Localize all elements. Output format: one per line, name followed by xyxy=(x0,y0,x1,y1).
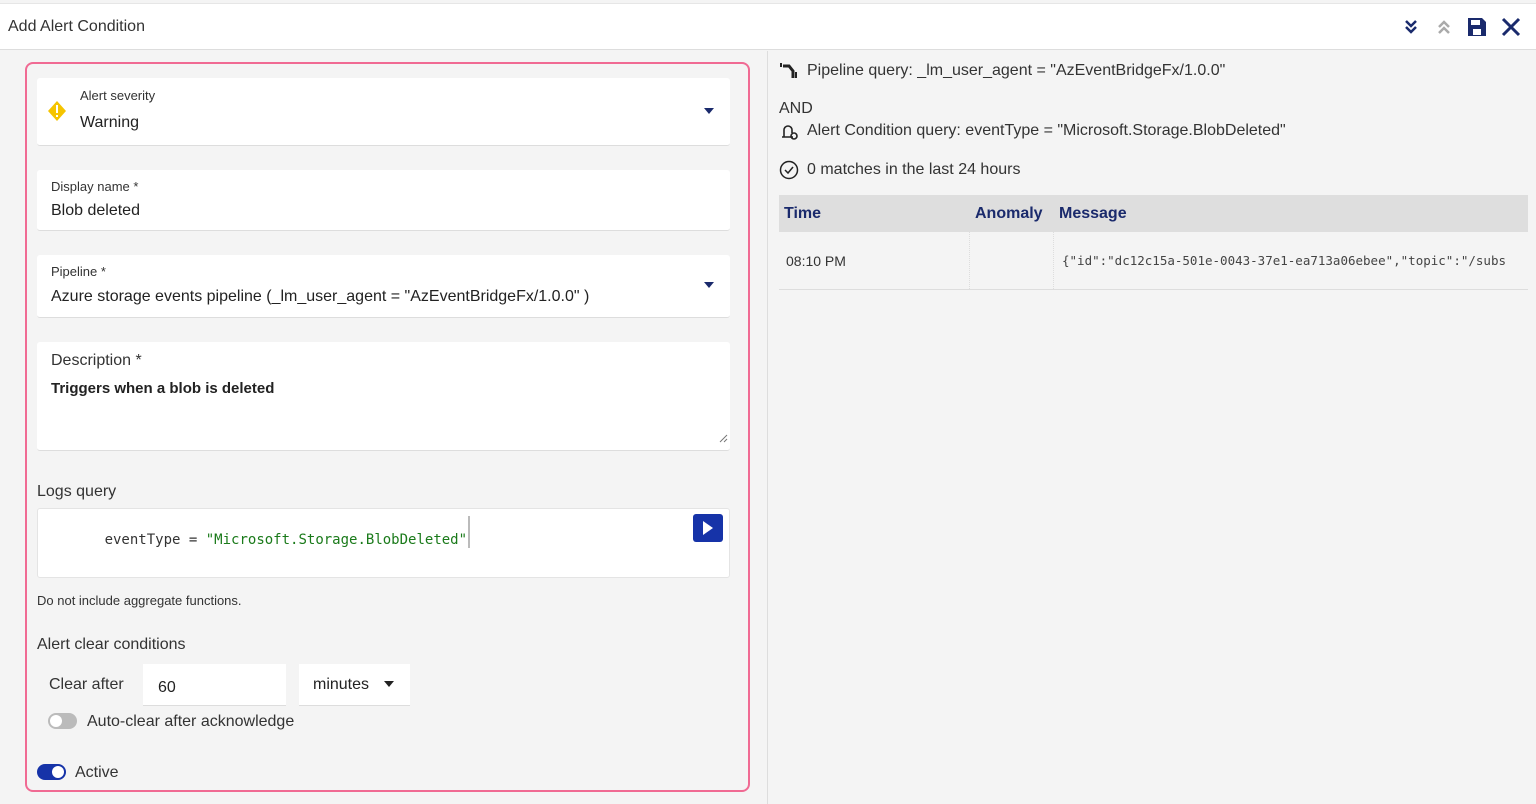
table-row[interactable]: 08:10 PM {"id":"dc12c15a-501e-0043-37e1-… xyxy=(779,232,1528,290)
check-circle-icon xyxy=(779,160,799,180)
cell-time: 08:10 PM xyxy=(786,232,970,289)
query-string: "Microsoft.Storage.BlobDeleted" xyxy=(205,532,468,548)
unit-select[interactable]: minutes xyxy=(299,664,410,706)
clear-after-input[interactable]: 60 xyxy=(143,664,286,706)
pipeline-select[interactable]: Pipeline * Azure storage events pipeline… xyxy=(37,255,730,318)
page-title: Add Alert Condition xyxy=(8,18,145,35)
display-name-value: Blob deleted xyxy=(51,202,140,219)
close-icon[interactable] xyxy=(1500,16,1522,38)
cell-message: {"id":"dc12c15a-501e-0043-37e1-ea713a06e… xyxy=(1062,253,1507,268)
condition-query-line: Alert Condition query: eventType = "Micr… xyxy=(779,122,1286,140)
display-name-label: Display name * xyxy=(51,179,139,194)
severity-select[interactable]: Alert severity Warning xyxy=(37,78,730,146)
clear-conditions-heading: Alert clear conditions xyxy=(37,636,186,653)
chevron-down-icon xyxy=(704,282,714,288)
column-message[interactable]: Message xyxy=(1059,205,1127,223)
run-query-button[interactable] xyxy=(693,514,723,542)
condition-query-text: Alert Condition query: eventType = "Micr… xyxy=(807,122,1286,139)
pipeline-icon xyxy=(780,63,797,78)
chevron-down-icon xyxy=(704,108,714,114)
matches-text: 0 matches in the last 24 hours xyxy=(807,161,1021,178)
preview-panel: Pipeline query: _lm_user_agent = "AzEven… xyxy=(769,51,1536,804)
display-name-field[interactable]: Display name * Blob deleted xyxy=(37,170,730,231)
query-field: eventType xyxy=(104,532,181,548)
resize-handle-icon[interactable] xyxy=(719,430,728,448)
column-anomaly[interactable]: Anomaly xyxy=(975,205,1043,223)
active-toggle[interactable] xyxy=(37,764,66,780)
clear-after-label: Clear after xyxy=(49,676,124,693)
bell-gear-icon xyxy=(782,125,798,140)
chevron-double-up-icon[interactable] xyxy=(1433,16,1455,38)
chevron-down-icon xyxy=(384,681,394,687)
matches-line: 0 matches in the last 24 hours xyxy=(779,160,1020,180)
description-label: Description * xyxy=(51,352,142,369)
play-icon xyxy=(703,521,713,535)
logs-query-hint: Do not include aggregate functions. xyxy=(37,593,242,608)
and-label: AND xyxy=(779,100,813,118)
chevron-double-down-icon[interactable] xyxy=(1400,16,1422,38)
auto-clear-toggle[interactable] xyxy=(48,713,77,729)
and-text: AND xyxy=(779,100,813,117)
active-label: Active xyxy=(75,764,119,781)
pipeline-label: Pipeline * xyxy=(51,264,106,279)
column-time[interactable]: Time xyxy=(784,205,821,223)
description-value: Triggers when a blob is deleted xyxy=(51,380,275,397)
cell-anomaly xyxy=(970,232,1054,289)
clear-after-value: 60 xyxy=(158,679,176,696)
auto-clear-label: Auto-clear after acknowledge xyxy=(87,713,295,730)
pipeline-value: Azure storage events pipeline (_lm_user_… xyxy=(51,288,590,305)
description-textarea[interactable]: Description * Triggers when a blob is de… xyxy=(37,342,730,451)
results-table-header: Time Anomaly Message xyxy=(779,195,1528,232)
warning-diamond-icon xyxy=(47,100,67,127)
query-operator: = xyxy=(188,532,198,548)
severity-value: Warning xyxy=(80,114,139,131)
logs-query-editor[interactable]: eventType = "Microsoft.Storage.BlobDelet… xyxy=(37,508,730,578)
severity-label: Alert severity xyxy=(80,88,156,103)
header: Add Alert Condition xyxy=(0,3,1536,50)
unit-value: minutes xyxy=(313,676,370,693)
save-icon[interactable] xyxy=(1466,16,1488,38)
logs-query-label: Logs query xyxy=(37,483,117,500)
form-panel: Alert severity Warning Display name * Bl… xyxy=(0,51,768,804)
pipeline-query-text: Pipeline query: _lm_user_agent = "AzEven… xyxy=(807,62,1226,79)
pipeline-query-line: Pipeline query: _lm_user_agent = "AzEven… xyxy=(779,62,1225,80)
